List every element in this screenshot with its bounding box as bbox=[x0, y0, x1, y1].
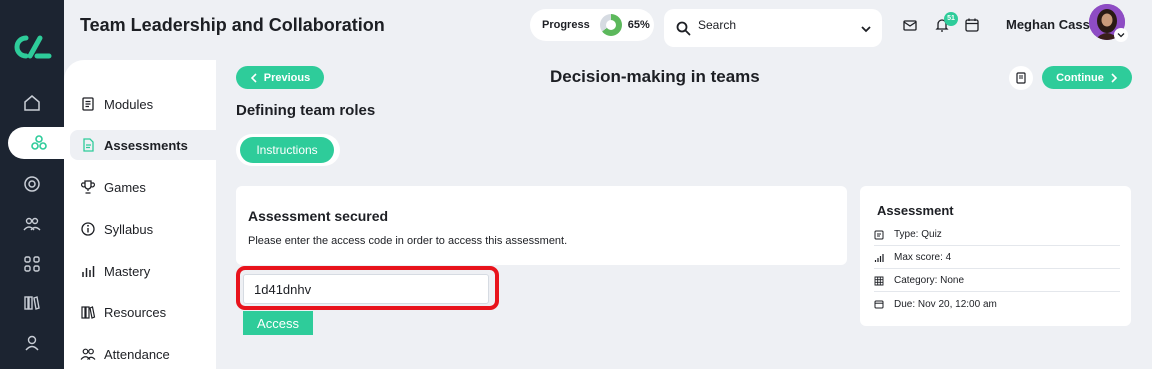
chevron-right-icon bbox=[1111, 72, 1117, 83]
people-icon bbox=[80, 348, 96, 360]
icon-rail bbox=[0, 0, 70, 369]
network-icon bbox=[31, 135, 47, 150]
info-max-score: Max score: 4 bbox=[894, 252, 952, 263]
progress-value: 65% bbox=[627, 19, 650, 31]
section-title: Defining team roles bbox=[236, 102, 376, 119]
target-icon bbox=[24, 176, 40, 192]
rail-home[interactable] bbox=[0, 87, 64, 119]
secured-description: Please enter the access code in order to… bbox=[248, 235, 568, 247]
sidebar: Modules Assessments Games Syllabus Maste… bbox=[64, 60, 216, 369]
progress-indicator: Progress 65% bbox=[530, 9, 654, 41]
rail-user[interactable] bbox=[0, 327, 64, 359]
sidebar-item-label: Assessments bbox=[104, 137, 188, 153]
sidebar-item-label: Syllabus bbox=[104, 221, 154, 237]
sidebar-item-label: Resources bbox=[104, 304, 167, 320]
previous-label: Previous bbox=[263, 71, 311, 84]
user-name: Meghan Cass bbox=[1006, 17, 1090, 32]
info-type: Type: Quiz bbox=[894, 229, 942, 240]
people-icon bbox=[23, 217, 41, 231]
access-code-input[interactable] bbox=[243, 274, 489, 304]
chevron-down-icon bbox=[1117, 33, 1125, 38]
quiz-icon bbox=[874, 230, 884, 239]
sidebar-item-mastery[interactable]: Mastery bbox=[70, 256, 216, 286]
info-icon bbox=[81, 222, 95, 236]
home-icon bbox=[24, 95, 40, 111]
secured-title: Assessment secured bbox=[248, 208, 389, 224]
trophy-icon bbox=[81, 180, 95, 194]
search-box[interactable] bbox=[664, 9, 882, 47]
page-title: Decision-making in teams bbox=[550, 67, 760, 86]
sidebar-item-resources[interactable]: Resources bbox=[70, 297, 216, 327]
instructions-tab-wrap: Instructions bbox=[236, 134, 340, 166]
search-input[interactable] bbox=[698, 15, 848, 35]
sidebar-item-label: Mastery bbox=[104, 263, 151, 279]
info-row-due: Due: Nov 20, 12:00 am bbox=[874, 293, 1120, 315]
instructions-button[interactable]: Instructions bbox=[240, 137, 334, 163]
books-icon bbox=[81, 306, 96, 319]
sidebar-item-assessments[interactable]: Assessments bbox=[70, 130, 216, 160]
progress-label: Progress bbox=[542, 19, 590, 31]
rail-library[interactable] bbox=[0, 287, 64, 319]
bar-chart-icon bbox=[82, 266, 95, 277]
category-grid-icon bbox=[874, 276, 884, 285]
continue-button[interactable]: Continue bbox=[1042, 66, 1132, 89]
sidebar-item-label: Games bbox=[104, 179, 146, 195]
assessment-secured-card: Assessment secured Please enter the acce… bbox=[236, 186, 847, 265]
previous-button[interactable]: Previous bbox=[236, 66, 324, 89]
info-row-type: Type: Quiz bbox=[874, 224, 1120, 246]
progress-donut bbox=[599, 14, 622, 36]
search-icon bbox=[676, 21, 691, 36]
book-icon bbox=[1016, 72, 1026, 84]
mail-icon[interactable] bbox=[902, 17, 918, 33]
continue-label: Continue bbox=[1056, 71, 1104, 84]
signal-bars-icon bbox=[874, 253, 884, 262]
logo-icon bbox=[14, 35, 52, 59]
app-title: Team Leadership and Collaboration bbox=[80, 15, 385, 35]
info-row-max-score: Max score: 4 bbox=[874, 247, 1120, 269]
grid-icon bbox=[24, 256, 40, 272]
sidebar-item-games[interactable]: Games bbox=[70, 172, 216, 202]
sidebar-item-label: Modules bbox=[104, 96, 154, 112]
access-button[interactable]: Access bbox=[243, 311, 313, 335]
sidebar-item-modules[interactable]: Modules bbox=[70, 89, 216, 119]
notification-badge: 51 bbox=[944, 12, 958, 26]
rail-target[interactable] bbox=[0, 168, 64, 200]
user-menu-toggle[interactable] bbox=[1114, 28, 1128, 42]
calendar-icon bbox=[874, 300, 884, 309]
book-icon bbox=[82, 97, 94, 111]
rail-network[interactable] bbox=[8, 127, 70, 159]
chevron-down-icon[interactable] bbox=[860, 23, 872, 35]
info-row-category: Category: None bbox=[874, 270, 1120, 292]
sidebar-item-syllabus[interactable]: Syllabus bbox=[70, 214, 216, 244]
notes-button[interactable] bbox=[1009, 66, 1033, 90]
info-category: Category: None bbox=[894, 275, 965, 286]
sidebar-item-attendance[interactable]: Attendance bbox=[70, 339, 216, 369]
calendar-icon[interactable] bbox=[964, 17, 980, 33]
library-icon bbox=[24, 296, 40, 310]
rail-people[interactable] bbox=[0, 208, 64, 240]
user-icon bbox=[25, 335, 39, 351]
sidebar-item-label: Attendance bbox=[104, 346, 170, 362]
info-due: Due: Nov 20, 12:00 am bbox=[894, 298, 997, 310]
rail-grid[interactable] bbox=[0, 248, 64, 280]
document-icon bbox=[83, 138, 94, 152]
chevron-left-icon bbox=[250, 72, 257, 83]
assessment-info-title: Assessment bbox=[877, 203, 954, 218]
